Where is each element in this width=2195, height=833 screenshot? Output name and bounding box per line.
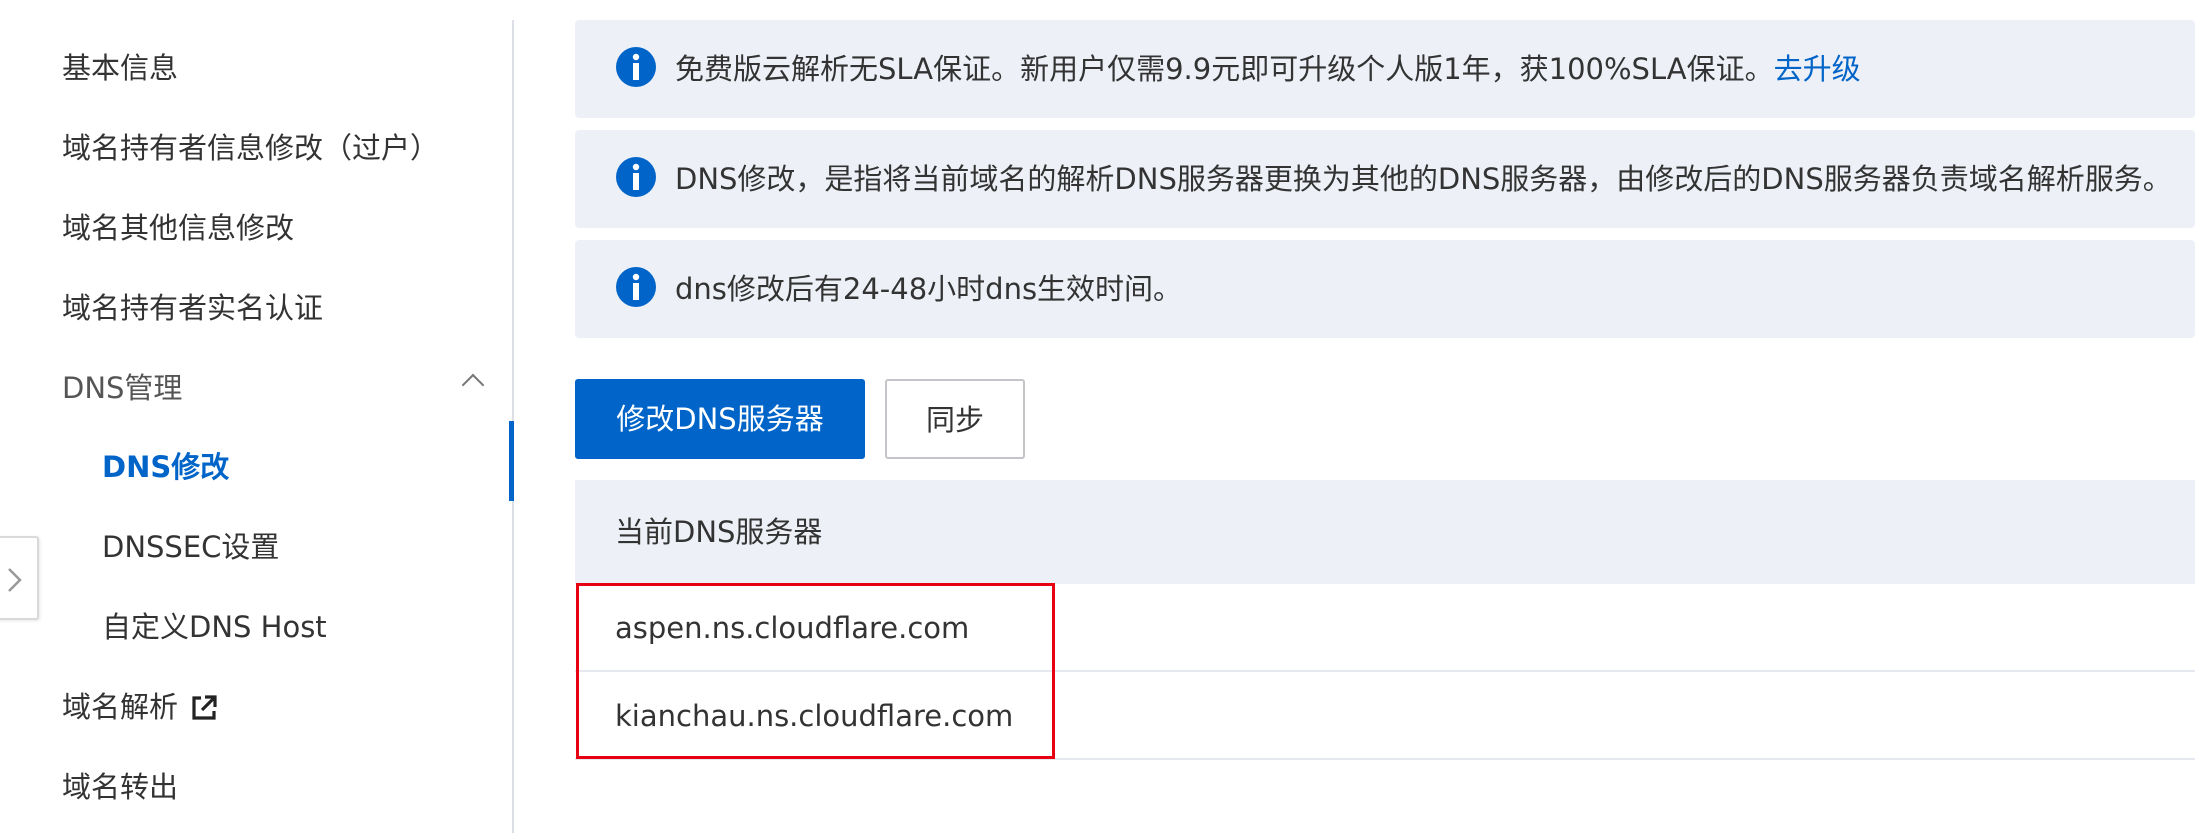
table-row: aspen.ns.cloudflare.com <box>575 584 2195 672</box>
notice-text: 免费版云解析无SLA保证。新用户仅需9.9元即可升级个人版1年，获100%SLA… <box>675 20 1861 118</box>
notice-text: dns修改后有24-48小时dns生效时间。 <box>675 272 1183 306</box>
sidebar: 基本信息 域名持有者信息修改（过户） 域名其他信息修改 域名持有者实名认证 DN… <box>0 0 513 833</box>
chevron-up-icon[interactable] <box>461 373 485 397</box>
dns-server-cell: aspen.ns.cloudflare.com <box>615 611 970 645</box>
sidebar-expand-button[interactable] <box>0 536 39 620</box>
active-indicator <box>509 421 514 501</box>
chevron-right-icon <box>8 568 22 592</box>
info-icon <box>616 157 656 197</box>
sync-button[interactable]: 同步 <box>885 379 1025 459</box>
modify-dns-server-button[interactable]: 修改DNS服务器 <box>575 379 865 459</box>
notice-dns-description: DNS修改，是指将当前域名的解析DNS服务器更换为其他的DNS服务器，由修改后的… <box>575 130 2195 228</box>
notice-sla: 免费版云解析无SLA保证。新用户仅需9.9元即可升级个人版1年，获100%SLA… <box>575 20 2195 118</box>
sidebar-item-domain-resolve[interactable]: 域名解析 <box>62 677 178 737</box>
sidebar-item-basic-info[interactable]: 基本信息 <box>62 38 178 98</box>
sidebar-item-owner-change[interactable]: 域名持有者信息修改（过户） <box>62 118 439 178</box>
notice-effective-time: dns修改后有24-48小时dns生效时间。 <box>575 240 2195 338</box>
table-row: kianchau.ns.cloudflare.com <box>575 672 2195 760</box>
info-icon <box>616 267 656 307</box>
sidebar-item-dns-modify[interactable]: DNS修改 <box>102 437 229 497</box>
page: 基本信息 域名持有者信息修改（过户） 域名其他信息修改 域名持有者实名认证 DN… <box>0 0 2195 833</box>
sidebar-item-dnssec[interactable]: DNSSEC设置 <box>102 517 279 577</box>
notice-text: DNS修改，是指将当前域名的解析DNS服务器更换为其他的DNS服务器，由修改后的… <box>675 162 2172 196</box>
sidebar-item-domain-transfer[interactable]: 域名转出 <box>62 757 178 817</box>
external-link-icon[interactable] <box>189 693 219 723</box>
upgrade-link[interactable]: 去升级 <box>1774 52 1861 86</box>
dns-table-header: 当前DNS服务器 <box>575 480 2195 584</box>
info-icon <box>616 47 656 87</box>
notice-sla-text: 免费版云解析无SLA保证。新用户仅需9.9元即可升级个人版1年，获100%SLA… <box>675 52 1774 86</box>
column-header-current-dns: 当前DNS服务器 <box>615 515 823 549</box>
sidebar-item-other-info[interactable]: 域名其他信息修改 <box>62 198 294 258</box>
sidebar-group-dns-management[interactable]: DNS管理 <box>62 358 182 418</box>
dns-server-cell: kianchau.ns.cloudflare.com <box>615 699 1014 733</box>
sidebar-item-custom-dns-host[interactable]: 自定义DNS Host <box>102 597 327 657</box>
sidebar-item-real-name-auth[interactable]: 域名持有者实名认证 <box>62 278 323 338</box>
